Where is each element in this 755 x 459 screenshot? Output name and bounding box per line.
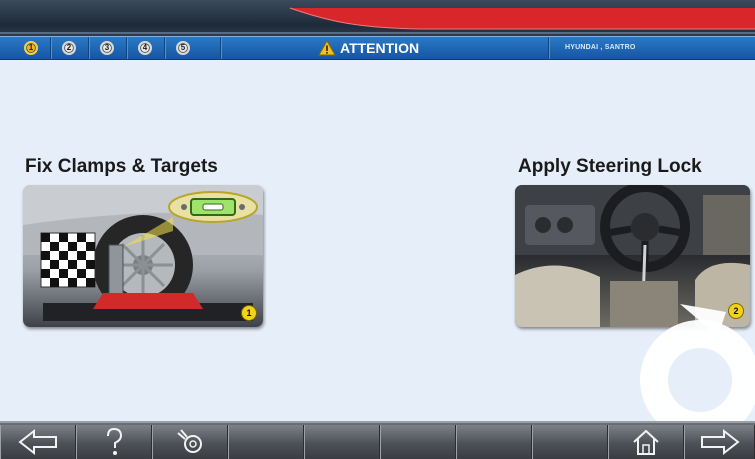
empty-button-6[interactable] xyxy=(380,425,456,459)
empty-button-7[interactable] xyxy=(456,425,532,459)
attention-header: ATTENTION xyxy=(318,39,419,57)
clamps-targets-image: 1 xyxy=(23,185,263,327)
step-separator xyxy=(164,37,166,59)
empty-button-8[interactable] xyxy=(532,425,608,459)
back-arrow-icon xyxy=(18,428,57,456)
step-3-indicator: 3 xyxy=(100,41,114,55)
status-bar: 1 2 3 4 5 ATTENTION HYUNDAI , SANTRO xyxy=(0,36,755,60)
tools-icon xyxy=(177,429,202,453)
home-button[interactable] xyxy=(608,425,684,459)
help-icon xyxy=(107,427,123,455)
empty-button-4[interactable] xyxy=(228,425,304,459)
instruction-title-clamps: Fix Clamps & Targets xyxy=(25,156,218,177)
bottom-toolbar xyxy=(0,421,755,459)
instruction-title-steering: Apply Steering Lock xyxy=(518,156,702,177)
step-1-indicator: 1 xyxy=(24,41,38,55)
help-button[interactable] xyxy=(76,425,152,459)
back-button[interactable] xyxy=(0,425,76,459)
empty-button-5[interactable] xyxy=(304,425,380,459)
step-separator xyxy=(50,37,52,59)
step-4-indicator: 4 xyxy=(138,41,152,55)
tools-button[interactable] xyxy=(152,425,228,459)
step-separator xyxy=(88,37,90,59)
warning-icon xyxy=(318,40,336,56)
step-indicator: 1 2 3 4 5 xyxy=(0,37,222,59)
step-separator xyxy=(220,37,222,59)
top-decorative-band xyxy=(0,0,755,36)
forward-arrow-icon xyxy=(700,428,740,456)
attention-label: ATTENTION xyxy=(340,40,420,56)
forward-button[interactable] xyxy=(684,425,755,459)
home-icon xyxy=(633,429,659,455)
vehicle-label: HYUNDAI , SANTRO xyxy=(565,44,636,51)
watermark-logo xyxy=(640,304,755,440)
step-badge-1: 1 xyxy=(241,305,257,321)
header-separator xyxy=(548,37,550,59)
step-2-indicator: 2 xyxy=(62,41,76,55)
step-separator xyxy=(126,37,128,59)
step-5-indicator: 5 xyxy=(176,41,190,55)
